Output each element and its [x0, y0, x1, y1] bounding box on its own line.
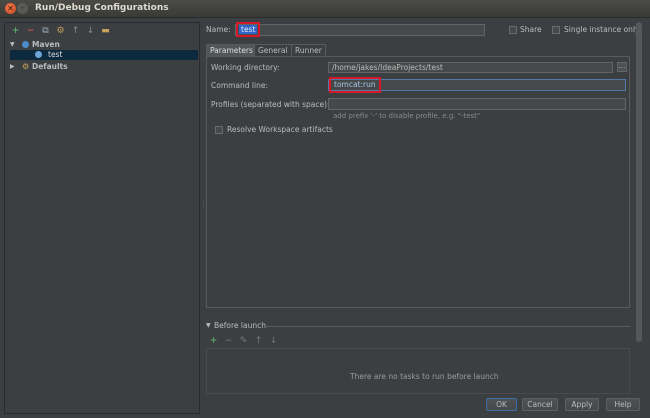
config-tree-panel: [4, 22, 200, 414]
maven-run-config-icon: [35, 51, 42, 58]
tree-item-maven[interactable]: ▼ Maven: [10, 40, 198, 50]
tab-parameters[interactable]: Parameters: [206, 44, 257, 56]
before-launch-arrow-icon[interactable]: ▼: [206, 322, 211, 329]
browse-button[interactable]: ...: [617, 62, 627, 72]
help-button[interactable]: Help: [606, 398, 640, 411]
edit-task-icon[interactable]: ✎: [238, 336, 249, 347]
tree-item-label: test: [48, 50, 63, 59]
window-close-icon[interactable]: ✕: [5, 3, 16, 14]
tree-item-label: Maven: [32, 40, 60, 49]
tree-item-label: Defaults: [32, 62, 68, 71]
apply-button[interactable]: Apply: [565, 398, 599, 411]
window-minimize-icon[interactable]: –: [17, 3, 28, 14]
scrollbar[interactable]: [636, 22, 642, 342]
resolve-workspace-label: Resolve Workspace artifacts: [227, 125, 333, 134]
expand-arrow-icon[interactable]: ▼: [10, 40, 15, 50]
copy-config-icon[interactable]: ⧉: [40, 26, 51, 37]
command-line-input[interactable]: tomcat:run: [328, 77, 626, 93]
name-value: test: [235, 22, 261, 37]
expand-arrow-icon[interactable]: ▶: [10, 62, 15, 72]
edit-defaults-icon[interactable]: ⚙: [55, 26, 66, 37]
share-checkbox[interactable]: [509, 26, 517, 34]
move-up-icon[interactable]: ↑: [70, 26, 81, 37]
name-input[interactable]: test: [235, 22, 485, 37]
name-label: Name:: [206, 25, 231, 34]
remove-config-icon[interactable]: −: [25, 26, 36, 37]
single-instance-label: Single instance only: [564, 25, 640, 34]
move-task-up-icon[interactable]: ↑: [253, 336, 264, 347]
window-title: Run/Debug Configurations: [35, 3, 169, 13]
empty-tasks-text: There are no tasks to run before launch: [350, 372, 499, 381]
folder-icon[interactable]: ▬: [100, 26, 111, 37]
profiles-hint: add prefix '-' to disable profile, e.g. …: [333, 112, 481, 120]
parameters-panel: [206, 56, 630, 308]
tree-item-defaults[interactable]: ▶ ⚙ Defaults: [10, 62, 198, 72]
splitter-handle[interactable]: ⋮: [200, 200, 207, 210]
ok-button[interactable]: OK: [486, 398, 517, 411]
divider: [264, 326, 630, 327]
before-launch-task-list: [206, 348, 630, 394]
cancel-button[interactable]: Cancel: [522, 398, 558, 411]
remove-task-icon[interactable]: −: [223, 336, 234, 347]
profiles-label: Profiles (separated with space):: [211, 100, 330, 109]
defaults-icon: ⚙: [22, 62, 30, 71]
add-config-icon[interactable]: +: [10, 26, 21, 37]
working-directory-input[interactable]: /home/jakes/IdeaProjects/test: [328, 62, 613, 73]
command-line-value: tomcat:run: [329, 77, 381, 93]
before-launch-title: Before launch: [214, 321, 266, 330]
tree-item-test[interactable]: test: [10, 50, 198, 60]
working-directory-label: Working directory:: [211, 63, 280, 72]
command-line-label: Command line:: [211, 81, 268, 90]
move-task-down-icon[interactable]: ↓: [268, 336, 279, 347]
profiles-input[interactable]: [328, 98, 626, 110]
tab-runner[interactable]: Runner: [291, 44, 326, 56]
maven-icon: [22, 41, 29, 48]
move-down-icon[interactable]: ↓: [85, 26, 96, 37]
add-task-icon[interactable]: +: [208, 336, 219, 347]
single-instance-checkbox[interactable]: [552, 26, 560, 34]
resolve-workspace-checkbox[interactable]: [215, 126, 223, 134]
tab-general[interactable]: General: [254, 44, 292, 56]
share-label: Share: [520, 25, 542, 34]
